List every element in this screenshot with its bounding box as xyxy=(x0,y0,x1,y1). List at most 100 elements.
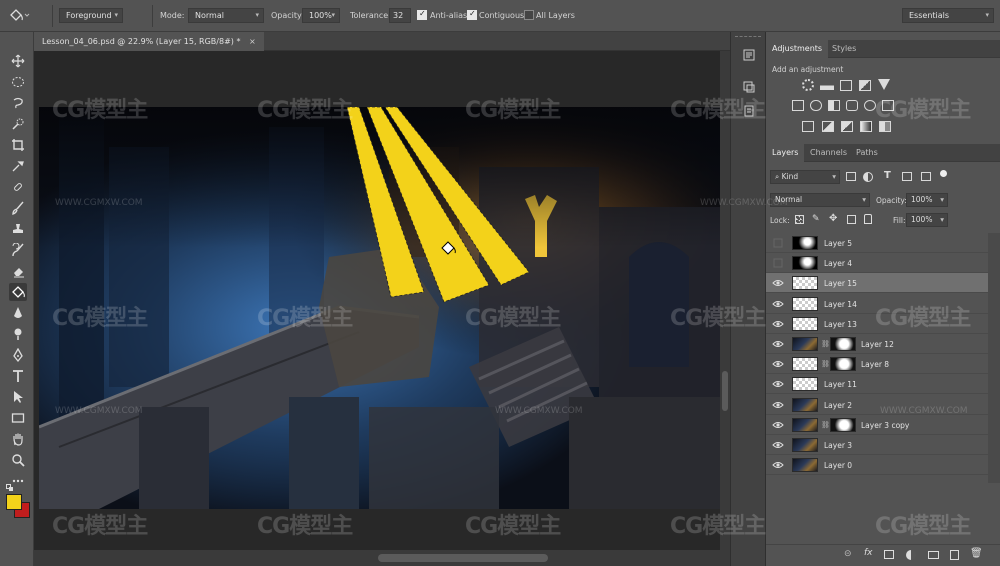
workspace-select[interactable]: Essentials ▾ xyxy=(902,8,994,23)
layer-thumbnail[interactable] xyxy=(792,316,818,331)
layer-name[interactable]: Layer 14 xyxy=(824,300,857,309)
filter-toggle-icon[interactable] xyxy=(940,170,947,177)
layer-row[interactable]: Layer 2 xyxy=(766,395,988,415)
add-mask-icon[interactable] xyxy=(884,550,894,559)
layer-row[interactable]: ⛓ Layer 8 xyxy=(766,354,988,375)
exposure-icon[interactable] xyxy=(859,80,871,91)
layer-mask-thumbnail[interactable] xyxy=(830,417,856,432)
link-layers-icon[interactable]: ⊝ xyxy=(844,549,852,559)
healing-brush-tool-icon[interactable] xyxy=(9,178,27,196)
layer-row[interactable]: Layer 0 xyxy=(766,455,988,476)
history-panel-icon[interactable] xyxy=(740,46,758,64)
mode-select[interactable]: Normal ▾ xyxy=(188,8,264,23)
lock-position-icon[interactable]: ✥ xyxy=(829,213,837,224)
fill-source-select[interactable]: Foreground ▾ xyxy=(59,8,123,23)
layer-row[interactable]: Layer 11 xyxy=(766,374,988,395)
image-canvas[interactable] xyxy=(39,107,720,509)
layer-style-icon[interactable]: fx xyxy=(864,548,873,558)
black-white-icon[interactable] xyxy=(828,100,840,111)
layer-name[interactable]: Layer 3 copy xyxy=(861,421,909,430)
brightness-contrast-icon[interactable] xyxy=(802,79,814,91)
swap-colors-icon[interactable] xyxy=(6,484,14,492)
anti-alias-checkbox[interactable] xyxy=(417,9,427,20)
horizontal-scroll-thumb[interactable] xyxy=(378,554,548,562)
layer-row[interactable]: Layer 3 xyxy=(766,435,988,455)
layer-thumbnail[interactable] xyxy=(792,296,818,311)
crop-tool-icon[interactable] xyxy=(9,136,27,154)
selective-color-icon[interactable] xyxy=(879,121,891,132)
foreground-color-swatch[interactable] xyxy=(6,494,22,510)
layer-thumbnail[interactable] xyxy=(792,377,818,392)
layer-thumbnail[interactable] xyxy=(792,337,818,351)
layer-name[interactable]: Layer 4 xyxy=(824,259,852,268)
close-tab-icon[interactable]: × xyxy=(249,37,256,46)
pen-tool-icon[interactable] xyxy=(9,346,27,364)
vertical-scroll-thumb[interactable] xyxy=(722,371,728,411)
layer-name[interactable]: Layer 11 xyxy=(824,380,857,389)
layer-opacity-input[interactable]: 100% ▾ xyxy=(906,193,948,207)
dodge-tool-icon[interactable] xyxy=(9,325,27,343)
layer-thumbnail[interactable] xyxy=(792,276,818,291)
tab-channels[interactable]: Channels xyxy=(804,144,853,162)
gradient-map-icon[interactable] xyxy=(860,121,872,132)
tolerance-input[interactable]: 32 xyxy=(389,8,411,23)
mask-link-icon[interactable]: ⛓ xyxy=(821,360,830,368)
new-adjustment-layer-icon[interactable] xyxy=(906,550,916,560)
quick-selection-tool-icon[interactable] xyxy=(9,115,27,133)
eye-icon[interactable] xyxy=(772,460,784,470)
layer-thumbnail[interactable] xyxy=(792,397,818,412)
eye-hidden-icon[interactable] xyxy=(772,238,784,248)
move-tool-icon[interactable] xyxy=(9,52,27,70)
lock-transparent-pixels-icon[interactable] xyxy=(795,215,804,224)
layer-row[interactable]: ⛓ Layer 12 xyxy=(766,334,988,354)
opacity-input[interactable]: 100% ▾ xyxy=(302,8,340,23)
history-brush-tool-icon[interactable] xyxy=(9,241,27,259)
filter-shape-icon[interactable] xyxy=(902,172,912,181)
lock-artboard-icon[interactable] xyxy=(847,215,856,224)
tab-layers[interactable]: Layers xyxy=(766,144,805,162)
layer-row[interactable]: Layer 5 xyxy=(766,233,988,253)
levels-icon[interactable] xyxy=(820,80,834,90)
mask-link-icon[interactable]: ⛓ xyxy=(821,421,830,429)
paint-bucket-tool-icon[interactable] xyxy=(9,283,27,301)
layer-row[interactable]: Layer 13 xyxy=(766,314,988,334)
layer-name[interactable]: Layer 2 xyxy=(824,401,852,410)
eyedropper-tool-icon[interactable] xyxy=(9,157,27,175)
filter-pixel-icon[interactable] xyxy=(846,172,856,181)
blend-mode-select[interactable]: Normal ▾ xyxy=(770,193,870,207)
layer-name[interactable]: Layer 15 xyxy=(824,279,857,288)
posterize-icon[interactable] xyxy=(822,121,834,132)
vertical-scrollbar[interactable] xyxy=(720,51,730,550)
paint-bucket-tool-preset-icon[interactable] xyxy=(8,0,30,32)
filter-adjustment-icon[interactable] xyxy=(863,172,873,182)
properties-panel-icon[interactable] xyxy=(740,78,758,96)
color-balance-icon[interactable] xyxy=(810,100,822,111)
tab-styles[interactable]: Styles xyxy=(826,40,862,58)
contiguous-checkbox[interactable] xyxy=(467,9,477,20)
type-tool-icon[interactable] xyxy=(9,367,27,385)
layer-name[interactable]: Layer 5 xyxy=(824,239,852,248)
eye-icon[interactable] xyxy=(772,440,784,450)
filter-type-icon[interactable]: T xyxy=(884,170,891,181)
zoom-tool-icon[interactable] xyxy=(9,451,27,469)
layer-mask-thumbnail[interactable] xyxy=(830,357,856,372)
eye-icon[interactable] xyxy=(772,379,784,389)
marquee-tool-icon[interactable] xyxy=(9,73,27,91)
layers-scrollbar[interactable] xyxy=(988,233,1000,483)
layer-thumbnail[interactable] xyxy=(792,357,818,372)
layer-row[interactable]: ⛓ Layer 3 copy xyxy=(766,415,988,435)
layer-thumbnail[interactable] xyxy=(792,256,818,271)
layer-name[interactable]: Layer 3 xyxy=(824,441,852,450)
eye-icon[interactable] xyxy=(772,278,784,288)
layer-name[interactable]: Layer 12 xyxy=(861,340,894,349)
tab-adjustments[interactable]: Adjustments xyxy=(766,40,829,58)
layer-row[interactable]: Layer 4 xyxy=(766,253,988,274)
clone-stamp-tool-icon[interactable] xyxy=(9,220,27,238)
layer-row[interactable]: Layer 15 xyxy=(766,273,988,294)
path-selection-tool-icon[interactable] xyxy=(9,388,27,406)
layer-name[interactable]: Layer 8 xyxy=(861,360,889,369)
hand-tool-icon[interactable] xyxy=(9,430,27,448)
info-panel-icon[interactable] xyxy=(740,102,758,120)
layer-thumbnail[interactable] xyxy=(792,458,818,473)
all-layers-checkbox[interactable] xyxy=(524,10,534,20)
